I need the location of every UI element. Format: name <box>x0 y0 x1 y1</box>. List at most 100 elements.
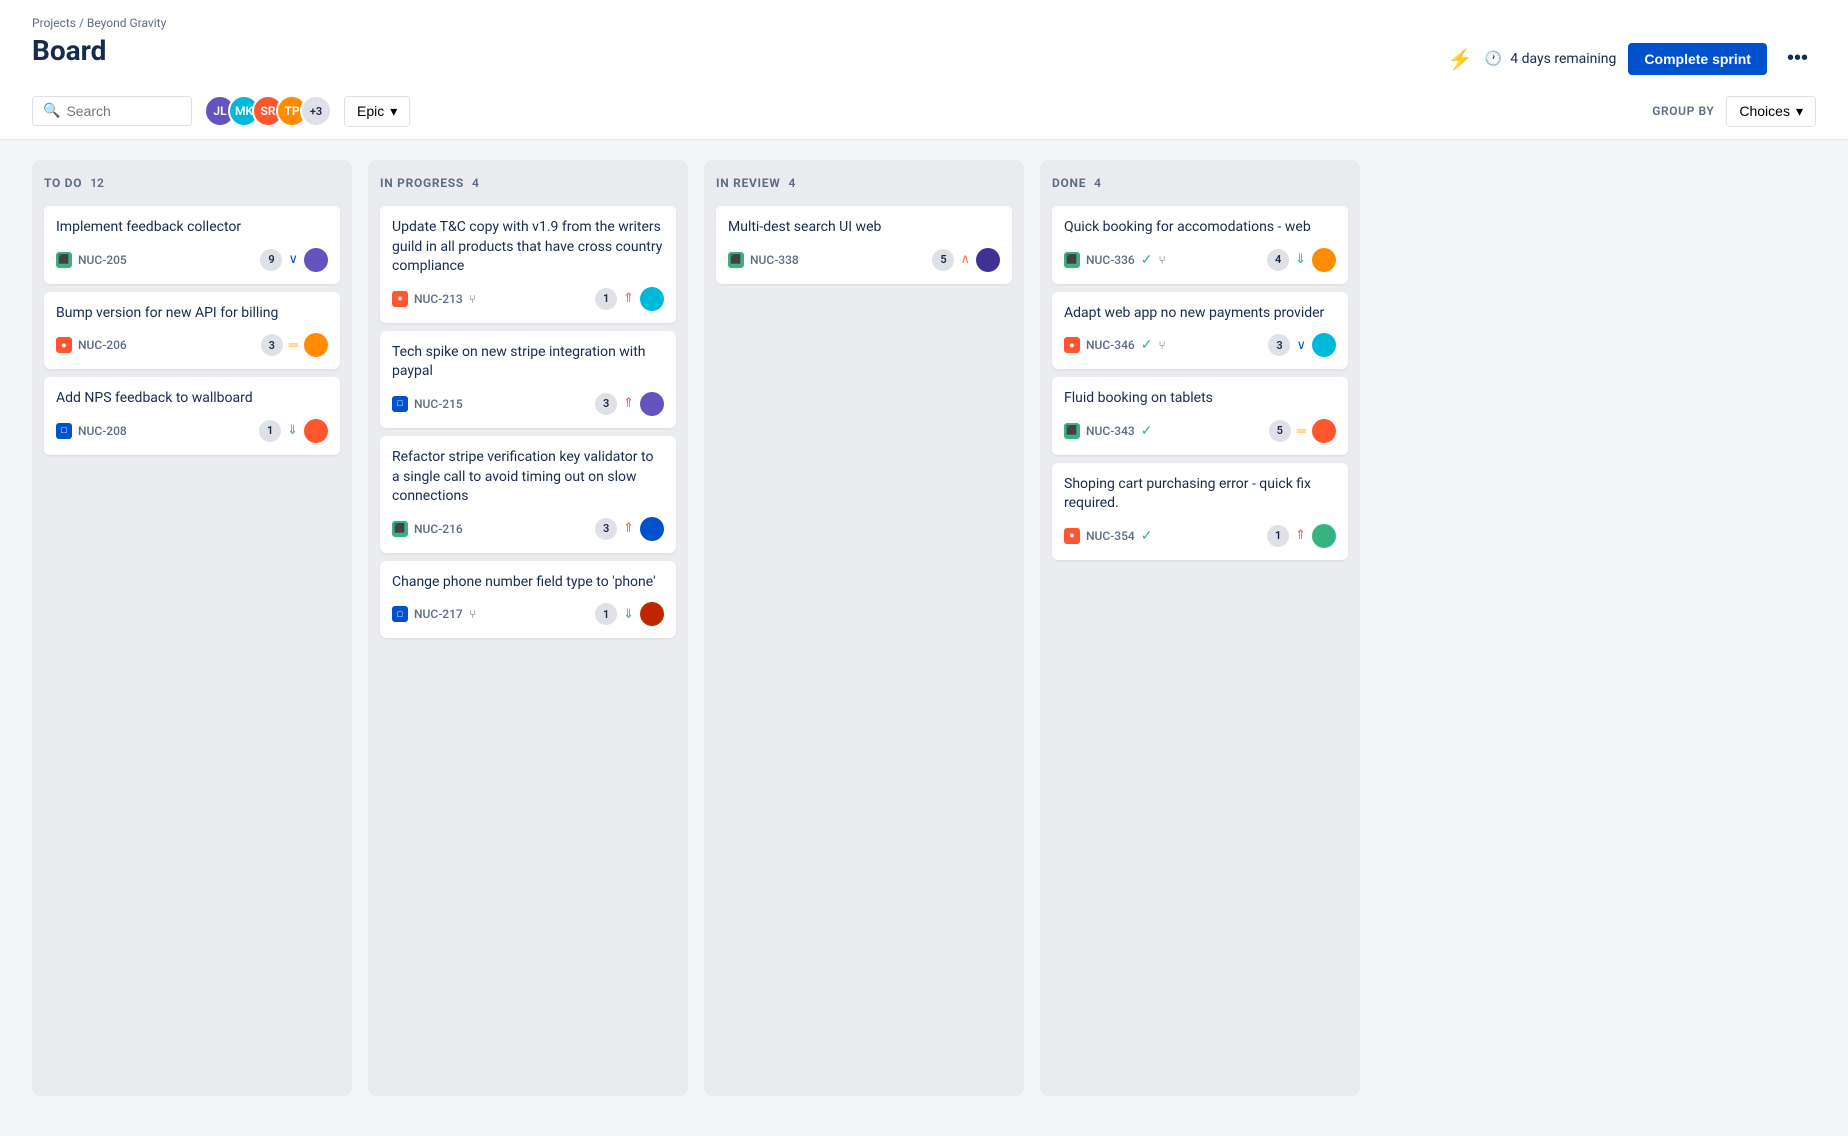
issue-type-icon: ● <box>1064 337 1080 353</box>
search-box[interactable]: 🔍 <box>32 96 192 126</box>
issue-type-icon: ● <box>56 337 72 353</box>
priority-double-down-icon: ⇓ <box>1295 252 1306 267</box>
issue-id-c2: NUC-206 <box>78 338 127 352</box>
branch-icon-c10: ⑂ <box>1158 338 1165 352</box>
card-title-c5: Tech spike on new stripe integration wit… <box>392 343 664 382</box>
card-c8[interactable]: Multi-dest search UI web ⬛ NUC-338 5∧ <box>716 206 1012 284</box>
column-header-inreview: IN REVIEW 4 <box>716 172 1012 198</box>
card-title-c1: Implement feedback collector <box>56 218 328 238</box>
assignee-avatar-c11 <box>1312 419 1336 443</box>
branch-icon-c9: ⑂ <box>1158 253 1165 267</box>
epic-label: Epic <box>357 103 384 119</box>
card-c6[interactable]: Refactor stripe verification key validat… <box>380 436 676 553</box>
issue-id-c11: NUC-343 <box>1086 424 1135 438</box>
issue-type-icon: ⬛ <box>56 252 72 268</box>
board: TO DO 12 Implement feedback collector ⬛ … <box>0 140 1848 1116</box>
assignee-avatar-c4 <box>640 287 664 311</box>
badge-c6: 3 <box>595 518 617 540</box>
column-count-inprogress: 4 <box>472 176 479 190</box>
priority-down-icon: ∨ <box>1296 338 1306 353</box>
column-header-todo: TO DO 12 <box>44 172 340 198</box>
card-footer-c10: ● NUC-346 ✓⑂3∨ <box>1064 333 1336 357</box>
choices-label: Choices <box>1739 103 1790 119</box>
card-c7[interactable]: Change phone number field type to 'phone… <box>380 561 676 639</box>
badge-c7: 1 <box>595 603 617 625</box>
card-c2[interactable]: Bump version for new API for billing ● N… <box>44 292 340 370</box>
priority-double-up-icon: ⇑ <box>623 291 634 306</box>
search-icon: 🔍 <box>43 103 60 119</box>
badge-c2: 3 <box>261 334 283 356</box>
priority-up-icon: ∧ <box>960 252 970 267</box>
branch-icon-c7: ⑂ <box>469 607 476 621</box>
card-footer-c9: ⬛ NUC-336 ✓⑂4⇓ <box>1064 248 1336 272</box>
search-input[interactable] <box>66 103 181 119</box>
issue-type-icon: □ <box>56 423 72 439</box>
card-c9[interactable]: Quick booking for accomodations - web ⬛ … <box>1052 206 1348 284</box>
sprint-info: 🕐 4 days remaining <box>1485 51 1617 67</box>
check-icon-c9: ✓ <box>1141 252 1153 268</box>
priority-medium-icon: ═ <box>289 337 298 353</box>
issue-id-c4: NUC-213 <box>414 292 463 306</box>
column-todo: TO DO 12 Implement feedback collector ⬛ … <box>32 160 352 1096</box>
card-title-c2: Bump version for new API for billing <box>56 304 328 324</box>
issue-id-c7: NUC-217 <box>414 607 463 621</box>
column-inprogress: IN PROGRESS 4 Update T&C copy with v1.9 … <box>368 160 688 1096</box>
issue-type-icon: ⬛ <box>392 521 408 537</box>
sprint-remaining-text: 4 days remaining <box>1510 51 1616 67</box>
top-bar: Projects / Beyond Gravity Board ⚡ 🕐 4 da… <box>0 0 1848 140</box>
check-icon-c12: ✓ <box>1141 528 1153 544</box>
priority-down-icon: ∨ <box>288 252 298 267</box>
card-title-c7: Change phone number field type to 'phone… <box>392 573 664 593</box>
card-title-c3: Add NPS feedback to wallboard <box>56 389 328 409</box>
issue-id-c8: NUC-338 <box>750 253 799 267</box>
column-title-todo: TO DO <box>44 176 82 190</box>
issue-id-c3: NUC-208 <box>78 424 127 438</box>
assignee-avatar-c7 <box>640 602 664 626</box>
card-footer-c11: ⬛ NUC-343 ✓5═ <box>1064 419 1336 443</box>
issue-type-icon: ⬛ <box>1064 423 1080 439</box>
breadcrumb: Projects / Beyond Gravity <box>32 16 1816 30</box>
card-c1[interactable]: Implement feedback collector ⬛ NUC-205 9… <box>44 206 340 284</box>
filter-toolbar: 🔍 JL MK SR TP +3 Epic ▾ GROUP BY Choices… <box>32 95 1816 139</box>
issue-id-c9: NUC-336 <box>1086 253 1135 267</box>
assignee-avatar-c1 <box>304 248 328 272</box>
assignee-avatar-c9 <box>1312 248 1336 272</box>
card-c5[interactable]: Tech spike on new stripe integration wit… <box>380 331 676 428</box>
assignee-avatar-c10 <box>1312 333 1336 357</box>
priority-double-up-icon: ⇑ <box>623 396 634 411</box>
column-count-todo: 12 <box>90 176 104 190</box>
chevron-down-icon-choices: ▾ <box>1796 103 1803 120</box>
badge-c8: 5 <box>932 249 954 271</box>
card-c12[interactable]: Shoping cart purchasing error - quick fi… <box>1052 463 1348 560</box>
assignee-avatar-c6 <box>640 517 664 541</box>
issue-type-icon: ● <box>392 291 408 307</box>
card-footer-c1: ⬛ NUC-205 9∨ <box>56 248 328 272</box>
priority-double-down-icon: ⇓ <box>287 423 298 438</box>
badge-c1: 9 <box>260 249 282 271</box>
avatar-more[interactable]: +3 <box>300 95 332 127</box>
badge-c4: 1 <box>595 288 617 310</box>
issue-id-c12: NUC-354 <box>1086 529 1135 543</box>
column-done: DONE 4 Quick booking for accomodations -… <box>1040 160 1360 1096</box>
card-footer-c5: □ NUC-215 3⇑ <box>392 392 664 416</box>
column-header-inprogress: IN PROGRESS 4 <box>380 172 676 198</box>
issue-id-c5: NUC-215 <box>414 397 463 411</box>
card-footer-c3: □ NUC-208 1⇓ <box>56 419 328 443</box>
assignee-avatar-c8 <box>976 248 1000 272</box>
chevron-down-icon: ▾ <box>390 103 397 120</box>
card-c3[interactable]: Add NPS feedback to wallboard □ NUC-208 … <box>44 377 340 455</box>
assignee-avatar-c12 <box>1312 524 1336 548</box>
card-c10[interactable]: Adapt web app no new payments provider ●… <box>1052 292 1348 370</box>
check-icon-c11: ✓ <box>1141 423 1153 439</box>
assignee-avatar-c3 <box>304 419 328 443</box>
epic-filter-button[interactable]: Epic ▾ <box>344 96 410 127</box>
complete-sprint-button[interactable]: Complete sprint <box>1628 43 1767 75</box>
card-c11[interactable]: Fluid booking on tablets ⬛ NUC-343 ✓5═ <box>1052 377 1348 455</box>
issue-type-icon: ● <box>1064 528 1080 544</box>
more-options-button[interactable]: ••• <box>1779 43 1816 74</box>
priority-double-down-icon: ⇓ <box>623 607 634 622</box>
card-c4[interactable]: Update T&C copy with v1.9 from the write… <box>380 206 676 323</box>
card-footer-c2: ● NUC-206 3 ═ <box>56 333 328 357</box>
choices-dropdown-button[interactable]: Choices ▾ <box>1726 96 1816 127</box>
column-inreview: IN REVIEW 4 Multi-dest search UI web ⬛ N… <box>704 160 1024 1096</box>
